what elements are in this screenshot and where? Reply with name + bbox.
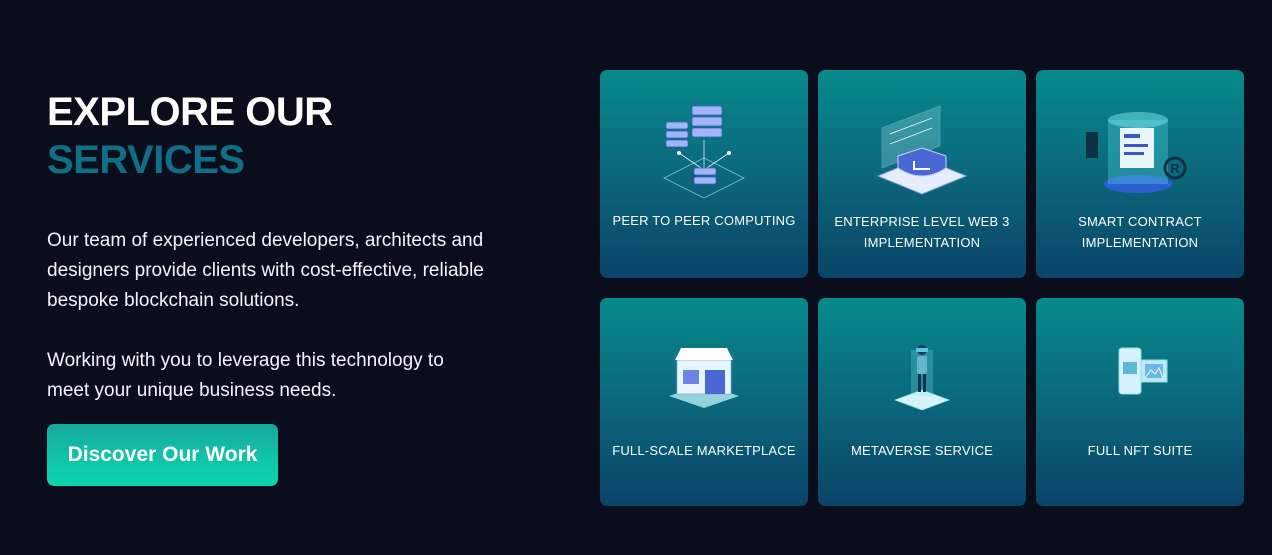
services-grid: PEER TO PEER COMPUTING ENTERPRISE LEVEL … — [600, 70, 1244, 506]
heading-line-1: EXPLORE OUR — [47, 90, 333, 134]
service-title: PEER TO PEER COMPUTING — [612, 213, 796, 228]
intro-block: EXPLORE OUR SERVICES Our team of experie… — [47, 88, 547, 406]
services-section: EXPLORE OUR SERVICES Our team of experie… — [0, 0, 1272, 555]
service-card-marketplace[interactable]: FULL-SCALE MARKETPLACE — [600, 298, 808, 506]
nft-frames-icon — [1118, 347, 1168, 395]
service-title: FULL-SCALE MARKETPLACE — [612, 443, 796, 458]
service-title: METAVERSE SERVICE — [850, 443, 994, 458]
service-title: ENTERPRISE LEVEL WEB 3 IMPLEMENTATION — [834, 214, 1010, 250]
service-card-peer-to-peer[interactable]: PEER TO PEER COMPUTING — [600, 70, 808, 278]
service-card-smart-contract[interactable]: R SMART CONTRACT IMPLEMENTATION — [1036, 70, 1244, 278]
vr-person-icon — [893, 345, 951, 410]
intro-paragraph-1: Our team of experienced developers, arch… — [47, 230, 484, 311]
service-title: FULL NFT SUITE — [1087, 443, 1193, 458]
shield-platform-icon — [876, 105, 968, 195]
service-title: SMART CONTRACT IMPLEMENTATION — [1078, 214, 1202, 250]
contract-hologram-icon: R — [1086, 112, 1187, 193]
heading-line-2: SERVICES — [47, 138, 245, 182]
storefront-icon — [669, 348, 739, 408]
intro-paragraph-2: Working with you to leverage this techno… — [47, 350, 444, 401]
service-card-enterprise-web3[interactable]: ENTERPRISE LEVEL WEB 3 IMPLEMENTATION — [818, 70, 1026, 278]
discover-our-work-button[interactable]: Discover Our Work — [47, 424, 278, 486]
svg-text:R: R — [1170, 161, 1180, 176]
section-heading: EXPLORE OUR SERVICES — [47, 88, 547, 184]
service-card-nft-suite[interactable]: FULL NFT SUITE — [1036, 298, 1244, 506]
service-card-metaverse[interactable]: METAVERSE SERVICE — [818, 298, 1026, 506]
server-network-icon — [663, 105, 745, 198]
